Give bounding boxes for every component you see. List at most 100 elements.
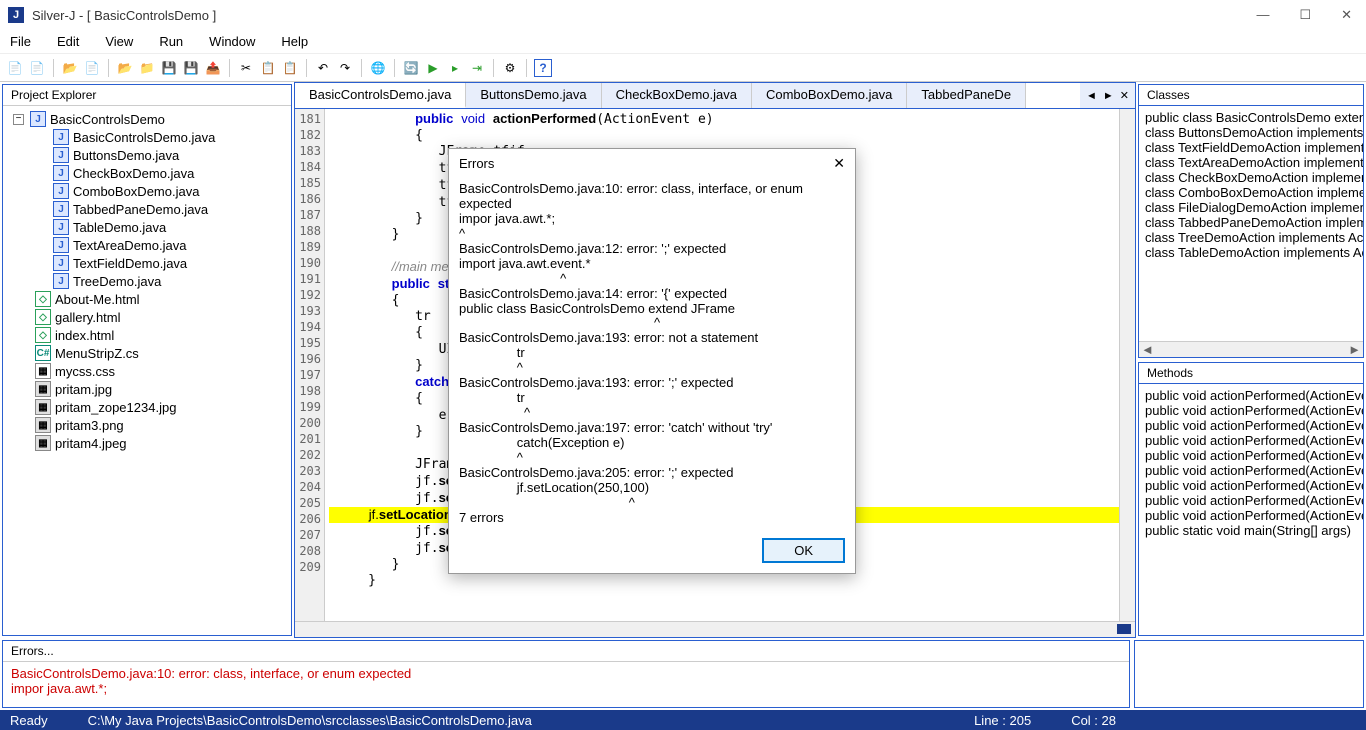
java-file-icon: J [53, 165, 69, 181]
close-button[interactable]: ✕ [1335, 5, 1358, 25]
class-item[interactable]: class TextFieldDemoAction implements Ac [1143, 140, 1359, 155]
image-file-icon: ▦ [35, 435, 51, 451]
new-icon[interactable]: 📄 [6, 59, 24, 77]
editor-tab[interactable]: ComboBoxDemo.java [752, 83, 907, 108]
editor-tab[interactable]: ButtonsDemo.java [466, 83, 601, 108]
copy-icon[interactable]: 📋 [259, 59, 277, 77]
tree-item[interactable]: ▦pritam.jpg [5, 380, 289, 398]
tree-root[interactable]: − J BasicControlsDemo [5, 110, 289, 128]
tree-item[interactable]: JTableDemo.java [5, 218, 289, 236]
classes-list[interactable]: public class BasicControlsDemo extend JF… [1139, 106, 1363, 341]
menu-help[interactable]: Help [281, 34, 308, 49]
ok-button[interactable]: OK [762, 538, 845, 563]
folder-icon[interactable]: 📁 [138, 59, 156, 77]
method-item[interactable]: public void actionPerformed(ActionEvent … [1143, 463, 1359, 478]
step-over-icon[interactable]: ⇥ [468, 59, 486, 77]
redo-icon[interactable]: ↷ [336, 59, 354, 77]
minimize-button[interactable]: — [1250, 5, 1275, 25]
class-item[interactable]: class FileDialogDemoAction implements A [1143, 200, 1359, 215]
tree-item[interactable]: JCheckBoxDemo.java [5, 164, 289, 182]
tree-item[interactable]: ▦pritam3.png [5, 416, 289, 434]
class-item[interactable]: class CheckBoxDemoAction implements A [1143, 170, 1359, 185]
collapse-icon[interactable]: − [13, 114, 24, 125]
method-item[interactable]: public void actionPerformed(ActionEvent … [1143, 403, 1359, 418]
tree-item[interactable]: ◇About-Me.html [5, 290, 289, 308]
java-file-icon: J [53, 237, 69, 253]
open-icon[interactable]: 📂 [61, 59, 79, 77]
status-col: Col : 28 [1071, 713, 1116, 728]
undo-icon[interactable]: ↶ [314, 59, 332, 77]
globe-icon[interactable]: 🌐 [369, 59, 387, 77]
tree-item[interactable]: ◇index.html [5, 326, 289, 344]
add-file-icon[interactable]: 📄 [83, 59, 101, 77]
editor-tab[interactable]: CheckBoxDemo.java [602, 83, 752, 108]
class-item[interactable]: public class BasicControlsDemo extend JF [1143, 110, 1359, 125]
tab-close-icon[interactable]: ✕ [1118, 89, 1131, 102]
errors-body[interactable]: BasicControlsDemo.java:10: error: class,… [3, 662, 1129, 707]
tree-item[interactable]: C#MenuStripZ.cs [5, 344, 289, 362]
bottom-side-panel [1134, 640, 1364, 708]
method-item[interactable]: public void actionPerformed(ActionEvent … [1143, 448, 1359, 463]
step-icon[interactable]: ▸ [446, 59, 464, 77]
tree-item[interactable]: JTextFieldDemo.java [5, 254, 289, 272]
editor-hscroll[interactable] [295, 621, 1135, 637]
menu-view[interactable]: View [105, 34, 133, 49]
dialog-close-icon[interactable]: ✕ [833, 155, 845, 172]
method-item[interactable]: public void actionPerformed(ActionEvent … [1143, 418, 1359, 433]
image-file-icon: ▦ [35, 381, 51, 397]
new-folder-icon[interactable]: 📄 [28, 59, 46, 77]
class-item[interactable]: class ComboBoxDemoAction implements A [1143, 185, 1359, 200]
tree-item[interactable]: JTreeDemo.java [5, 272, 289, 290]
java-file-icon: J [53, 183, 69, 199]
save-icon[interactable]: 💾 [160, 59, 178, 77]
tab-scroll-right-icon[interactable]: ► [1101, 90, 1116, 102]
tree-item[interactable]: ▦mycss.css [5, 362, 289, 380]
tree-item[interactable]: ◇gallery.html [5, 308, 289, 326]
editor-tab[interactable]: BasicControlsDemo.java [295, 83, 466, 108]
open-folder-icon[interactable]: 📂 [116, 59, 134, 77]
status-ready: Ready [10, 713, 48, 728]
tree-item[interactable]: JButtonsDemo.java [5, 146, 289, 164]
editor-vscroll[interactable] [1119, 109, 1135, 621]
run-icon[interactable]: ▶ [424, 59, 442, 77]
tree-item[interactable]: JBasicControlsDemo.java [5, 128, 289, 146]
menu-run[interactable]: Run [159, 34, 183, 49]
method-item[interactable]: public void actionPerformed(ActionEvent … [1143, 478, 1359, 493]
paste-icon[interactable]: 📋 [281, 59, 299, 77]
tree-item[interactable]: ▦pritam_zope1234.jpg [5, 398, 289, 416]
method-item[interactable]: public void actionPerformed(ActionEvent … [1143, 388, 1359, 403]
method-item[interactable]: public void actionPerformed(ActionEvent … [1143, 508, 1359, 523]
help-icon[interactable]: ? [534, 59, 552, 77]
menu-bar: File Edit View Run Window Help [0, 30, 1366, 54]
save-all-icon[interactable]: 💾 [182, 59, 200, 77]
menu-file[interactable]: File [10, 34, 31, 49]
class-item[interactable]: class ButtonsDemoAction implements Acti [1143, 125, 1359, 140]
class-item[interactable]: class TextAreaDemoAction implements Ac [1143, 155, 1359, 170]
method-item[interactable]: public void actionPerformed(ActionEvent … [1143, 433, 1359, 448]
methods-list[interactable]: public void actionPerformed(ActionEvent … [1139, 384, 1363, 635]
classes-hscroll[interactable]: ◄► [1139, 341, 1363, 357]
tree-item[interactable]: ▦pritam4.jpeg [5, 434, 289, 452]
method-item[interactable]: public void actionPerformed(ActionEvent … [1143, 493, 1359, 508]
project-tree[interactable]: − J BasicControlsDemo JBasicControlsDemo… [3, 106, 291, 635]
tree-item[interactable]: JComboBoxDemo.java [5, 182, 289, 200]
class-item[interactable]: class TreeDemoAction implements Action [1143, 230, 1359, 245]
class-item[interactable]: class TableDemoAction implements Actio [1143, 245, 1359, 260]
editor-tab[interactable]: TabbedPaneDe [907, 83, 1026, 108]
settings-icon[interactable]: ⚙ [501, 59, 519, 77]
maximize-button[interactable]: ☐ [1293, 5, 1317, 25]
window-title: Silver-J - [ BasicControlsDemo ] [32, 8, 1250, 23]
export-icon[interactable]: 📤 [204, 59, 222, 77]
status-path: C:\My Java Projects\BasicControlsDemo\sr… [88, 713, 532, 728]
menu-window[interactable]: Window [209, 34, 255, 49]
method-item[interactable]: public static void main(String[] args) [1143, 523, 1359, 538]
tab-scroll-left-icon[interactable]: ◄ [1084, 90, 1099, 102]
tree-item[interactable]: JTabbedPaneDemo.java [5, 200, 289, 218]
cs-file-icon: C# [35, 345, 51, 361]
cut-icon[interactable]: ✂ [237, 59, 255, 77]
menu-edit[interactable]: Edit [57, 34, 79, 49]
class-item[interactable]: class TabbedPaneDemoAction implement [1143, 215, 1359, 230]
status-bar: Ready C:\My Java Projects\BasicControlsD… [0, 710, 1366, 730]
refresh-icon[interactable]: 🔄 [402, 59, 420, 77]
tree-item[interactable]: JTextAreaDemo.java [5, 236, 289, 254]
